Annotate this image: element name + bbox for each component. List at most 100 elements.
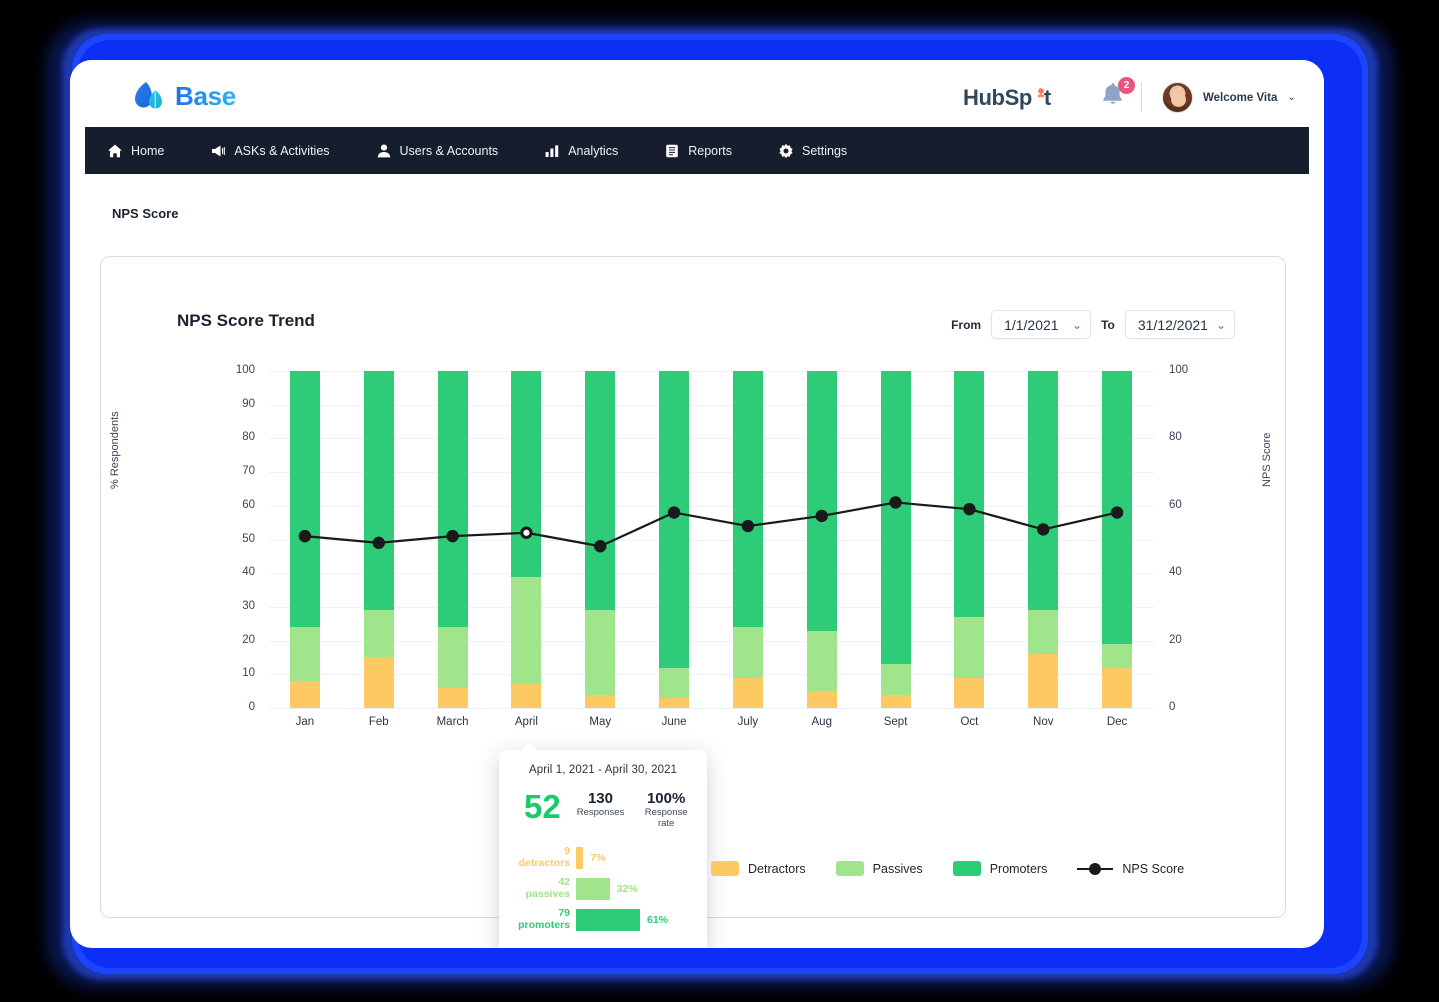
base-leaf-logo-icon (130, 78, 166, 114)
tooltip-response-rate: 100% Response rate (640, 790, 692, 829)
user-menu[interactable]: Welcome Vita ⌄ (1162, 82, 1296, 113)
nps-trend-panel: NPS Score Trend From 1/1/2021 ⌄ To 31/12… (100, 256, 1286, 918)
tooltip-row-bar (576, 847, 583, 869)
nav-item-label: Analytics (568, 144, 618, 158)
tooltip-breakdown-row: 79promoters61% (514, 904, 692, 935)
legend-item[interactable]: Promoters (953, 861, 1048, 876)
bar-segment (511, 684, 541, 708)
bar-column[interactable] (1028, 371, 1058, 708)
tooltip-nps-score: 52 (524, 790, 561, 823)
app-logo[interactable]: Base (130, 78, 236, 114)
y-tick-right: 100 (1169, 364, 1203, 376)
chart-legend: Detractors Passives Promoters NPS Score (711, 861, 1184, 876)
bar-column[interactable] (733, 371, 763, 708)
bar-column[interactable] (659, 371, 689, 708)
nav-item-settings[interactable]: Settings (778, 143, 871, 159)
bar-column[interactable] (807, 371, 837, 708)
bar-column[interactable] (954, 371, 984, 708)
nps-chart: % Respondents NPS Score 0102030405060708… (101, 257, 1287, 919)
bar-segment (1028, 610, 1058, 654)
bar-segment (290, 681, 320, 708)
tooltip-responses-value: 130 (577, 790, 625, 807)
gridline (268, 708, 1154, 709)
gear-icon (778, 143, 794, 159)
hubspot-sprocket-icon (1031, 84, 1045, 98)
bar-segment (881, 371, 911, 664)
bar-segment (585, 371, 615, 610)
bar-segment (733, 627, 763, 678)
bar-segment (881, 664, 911, 694)
bar-segment (659, 698, 689, 708)
legend-label: Passives (873, 862, 923, 876)
tooltip-date-range: April 1, 2021 - April 30, 2021 (514, 764, 692, 776)
gridline (268, 506, 1154, 507)
bar-segment (1028, 371, 1058, 610)
tooltip-row-labels: 42passives (514, 877, 576, 901)
x-axis-label: March (418, 716, 488, 728)
legend-item[interactable]: Passives (836, 861, 923, 876)
nav-item-label: Home (131, 144, 164, 158)
bar-segment (438, 371, 468, 627)
bar-segment (585, 695, 615, 708)
nav-item-label: Reports (688, 144, 732, 158)
legend-swatch (836, 861, 864, 876)
y-axis-title-right: NPS Score (1261, 433, 1273, 487)
tooltip-breakdown: 9detractors7% 42passives32% 79promoters61% (514, 842, 692, 935)
header-divider (1141, 82, 1142, 112)
bar-segment (807, 371, 837, 630)
legend-label: Detractors (748, 862, 806, 876)
nav-item-home[interactable]: Home (107, 143, 188, 159)
tooltip-breakdown-row: 9detractors7% (514, 842, 692, 873)
gridline (268, 607, 1154, 608)
bar-segment (807, 691, 837, 708)
bar-segment (290, 371, 320, 627)
x-axis-label: June (639, 716, 709, 728)
x-axis-label: April (491, 716, 561, 728)
bar-column[interactable] (881, 371, 911, 708)
app-logo-text: Base (175, 81, 236, 112)
gridline (268, 371, 1154, 372)
y-tick-right: 40 (1169, 566, 1203, 578)
notification-badge: 2 (1118, 77, 1135, 94)
legend-label: NPS Score (1122, 862, 1184, 876)
tooltip-row-count: 79 (514, 908, 570, 920)
bar-segment (1102, 644, 1132, 668)
nav-item-asks-activities[interactable]: ASKs & Activities (210, 143, 353, 159)
megaphone-icon (210, 143, 226, 159)
bar-column[interactable] (1102, 371, 1132, 708)
nav-item-analytics[interactable]: Analytics (544, 143, 642, 159)
tooltip-row-category: promoters (514, 920, 570, 932)
nav-item-users-accounts[interactable]: Users & Accounts (376, 143, 523, 159)
y-tick-left: 60 (221, 499, 255, 511)
y-tick-left: 10 (221, 667, 255, 679)
gridline (268, 641, 1154, 642)
legend-label: Promoters (990, 862, 1048, 876)
legend-item[interactable]: NPS Score (1077, 861, 1184, 876)
bar-column[interactable] (585, 371, 615, 708)
main-navigation: Home ASKs & Activities (85, 127, 1309, 174)
document-icon (664, 143, 680, 159)
bar-column[interactable] (290, 371, 320, 708)
avatar (1162, 82, 1193, 113)
bar-segment (585, 610, 615, 694)
tooltip-row-bar-track: 32% (576, 878, 692, 900)
nav-item-reports[interactable]: Reports (664, 143, 756, 159)
person-icon (376, 143, 392, 159)
notifications-button[interactable]: 2 (1100, 82, 1128, 112)
y-tick-right: 0 (1169, 701, 1203, 713)
y-tick-left: 0 (221, 701, 255, 713)
bar-segment (364, 371, 394, 610)
bar-segment (364, 657, 394, 708)
tooltip-row-category: passives (514, 889, 570, 901)
bar-column[interactable] (511, 371, 541, 708)
bar-column[interactable] (438, 371, 468, 708)
bar-column[interactable] (364, 371, 394, 708)
x-axis-label: May (565, 716, 635, 728)
x-axis-label: Oct (934, 716, 1004, 728)
tooltip-arrow (521, 742, 538, 751)
legend-item[interactable]: Detractors (711, 861, 806, 876)
tooltip-response-rate-label: Response rate (640, 807, 692, 829)
gridline (268, 573, 1154, 574)
bar-segment (954, 678, 984, 708)
bar-segment (733, 678, 763, 708)
